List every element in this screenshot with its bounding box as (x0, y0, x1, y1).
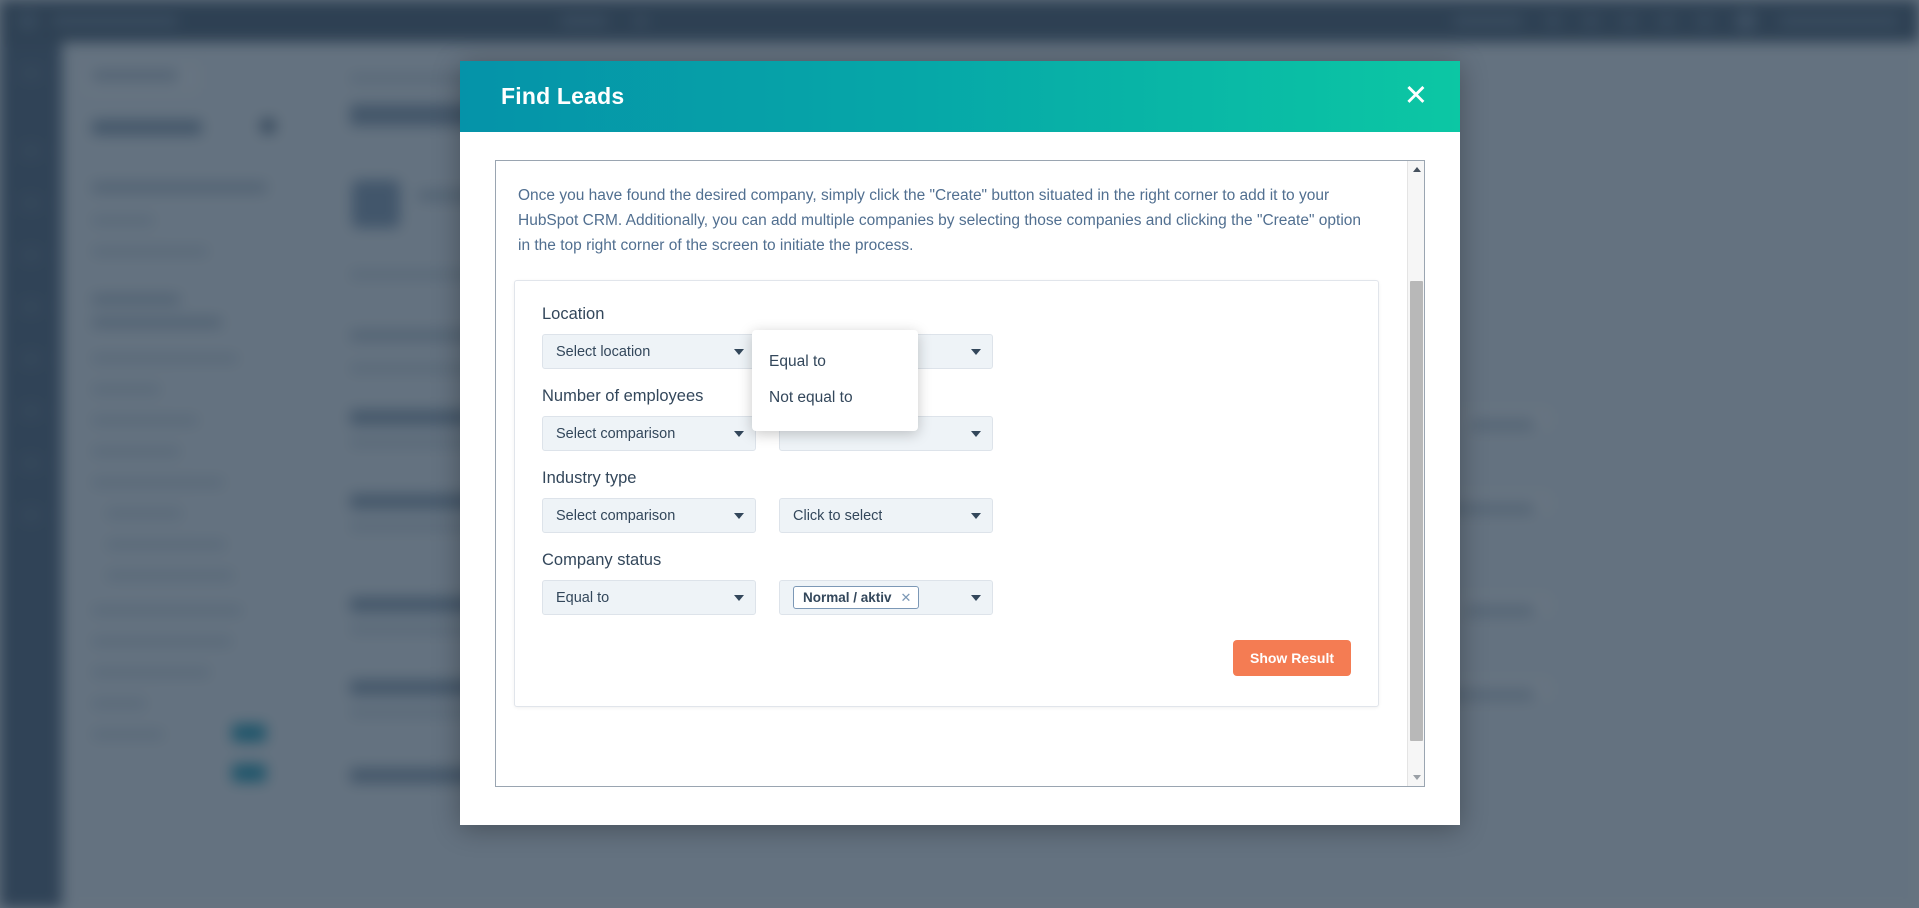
instructions-text: Once you have found the desired company,… (518, 187, 1362, 255)
employees-comparison-value: Select comparison (556, 425, 676, 442)
chevron-down-icon (971, 430, 981, 437)
industry-comparison-select[interactable]: Select comparison (542, 498, 756, 534)
close-icon[interactable]: ✕ (1400, 82, 1432, 111)
modal-title: Find Leads (501, 83, 625, 109)
chevron-down-icon (971, 348, 981, 355)
industry-value-select[interactable]: Click to select (779, 498, 993, 534)
location-select-value: Select location (556, 343, 651, 360)
triangle-up-icon (1412, 167, 1421, 172)
find-leads-modal: Find Leads ✕ Once you have found the des… (460, 61, 1460, 825)
dropdown-option-not-equal-to[interactable]: Not equal to (752, 380, 918, 415)
modal-header: Find Leads ✕ (460, 61, 1460, 132)
filter-label-employees: Number of employees (542, 387, 704, 406)
tag-remove-icon[interactable]: ✕ (901, 591, 912, 604)
modal-scrollbar[interactable] (1407, 161, 1424, 786)
filter-group-industry: Industry type Select comparison Click to… (542, 469, 1351, 534)
scrollable-panel: Once you have found the desired company,… (495, 160, 1425, 787)
show-result-button[interactable]: Show Result (1232, 640, 1351, 677)
filter-group-employees: Number of employees Select comparison (542, 387, 1351, 452)
status-tag-label: Normal / aktiv (803, 590, 892, 606)
filter-label-industry: Industry type (542, 469, 637, 488)
filter-group-company-status: Company status Equal to Normal / aktiv ✕ (542, 551, 1351, 616)
scroll-content: Once you have found the desired company,… (496, 161, 1407, 786)
industry-comparison-value: Select comparison (556, 507, 676, 524)
chevron-down-icon (734, 348, 744, 355)
status-tag[interactable]: Normal / aktiv ✕ (793, 586, 920, 610)
filter-label-location: Location (542, 305, 605, 324)
filter-group-location: Location Select location Select comparis… (542, 305, 1351, 370)
chevron-down-icon (734, 594, 744, 601)
triangle-down-icon (1412, 775, 1421, 780)
scrollbar-up-button[interactable] (1408, 161, 1425, 178)
filter-label-company-status: Company status (542, 551, 662, 570)
company-status-value-select[interactable]: Normal / aktiv ✕ (779, 580, 993, 616)
result-actions: Show Result (542, 640, 1351, 677)
scrollbar-thumb[interactable] (1410, 281, 1423, 741)
chevron-down-icon (971, 594, 981, 601)
filters-card: Location Select location Select comparis… (514, 280, 1379, 708)
employees-comparison-select[interactable]: Select comparison (542, 416, 756, 452)
modal-body: Once you have found the desired company,… (460, 132, 1460, 825)
chevron-down-icon (971, 512, 981, 519)
location-select[interactable]: Select location (542, 334, 756, 370)
company-status-comparison-value: Equal to (556, 589, 610, 606)
industry-value-text: Click to select (793, 507, 883, 524)
scrollbar-down-button[interactable] (1408, 769, 1425, 786)
comparison-dropdown-menu[interactable]: Equal to Not equal to (752, 330, 918, 431)
chevron-down-icon (734, 512, 744, 519)
company-status-comparison-select[interactable]: Equal to (542, 580, 756, 616)
chevron-down-icon (734, 430, 744, 437)
dropdown-option-equal-to[interactable]: Equal to (752, 344, 918, 379)
